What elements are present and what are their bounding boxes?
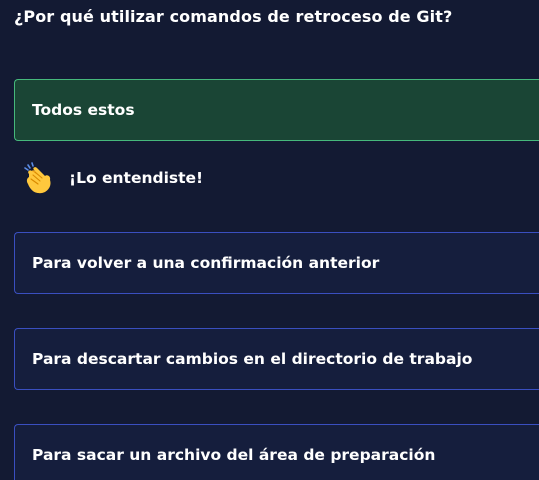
answer-option[interactable]: Para volver a una confirmación anterior <box>14 232 539 294</box>
clapping-hands-icon <box>24 162 51 194</box>
correct-feedback: ¡Lo entendiste! <box>21 160 203 196</box>
answer-option-label: Para volver a una confirmación anterior <box>32 254 380 272</box>
answer-option-label: Para descartar cambios en el directorio … <box>32 350 473 368</box>
feedback-text: ¡Lo entendiste! <box>69 169 204 187</box>
quiz-page: ¿Por qué utilizar comandos de retroceso … <box>0 0 539 480</box>
answer-option-label: Todos estos <box>32 101 135 119</box>
answer-option[interactable]: Para descartar cambios en el directorio … <box>14 328 539 390</box>
answer-option-correct[interactable]: Todos estos <box>14 79 539 141</box>
answer-option[interactable]: Para sacar un archivo del área de prepar… <box>14 424 539 480</box>
answer-option-label: Para sacar un archivo del área de prepar… <box>32 446 436 464</box>
question-text: ¿Por qué utilizar comandos de retroceso … <box>14 7 453 26</box>
